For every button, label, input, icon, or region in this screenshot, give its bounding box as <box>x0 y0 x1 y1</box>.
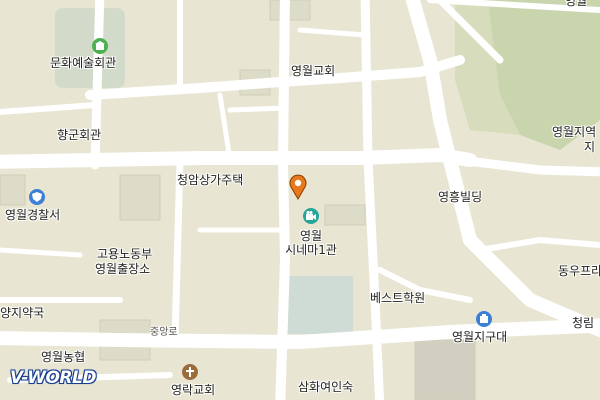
police-icon[interactable] <box>29 189 45 205</box>
label-cinema-2[interactable]: 시네마1관 <box>285 243 337 257</box>
label-district-unit[interactable]: 영월지구대 <box>452 330 507 344</box>
culture-center-block <box>55 8 125 88</box>
label-yangji[interactable]: 양지약국 <box>0 306 44 320</box>
label-samhwa[interactable]: 삼화여인숙 <box>298 380 353 394</box>
label-police[interactable]: 영월경찰서 <box>5 208 60 222</box>
label-employment-2[interactable]: 영월출장소 <box>95 262 150 276</box>
culture-center-icon[interactable] <box>92 38 108 54</box>
label-dongu[interactable]: 동우프라 <box>558 264 600 278</box>
label-hyanggyo[interactable]: 향군회관 <box>57 128 101 142</box>
pond-area <box>283 276 353 334</box>
v-world-logo: V-WORLD <box>10 368 96 388</box>
label-cinema-1[interactable]: 영월 <box>300 229 322 243</box>
label-employment-1[interactable]: 고용노동부 <box>97 247 152 261</box>
church-icon[interactable] <box>182 364 198 380</box>
label-nonghyup[interactable]: 영월농협 <box>41 350 85 364</box>
label-top-right-partial[interactable]: 영월 <box>565 0 587 8</box>
label-yeongwol-station-1[interactable]: 영월지역 <box>552 125 596 139</box>
location-pin-icon[interactable] <box>288 174 308 200</box>
police-box-icon[interactable] <box>476 311 492 327</box>
label-yeongheung[interactable]: 영흥빌딩 <box>438 190 482 204</box>
label-road-jungangro: 중앙로 <box>150 327 178 338</box>
label-cheongam[interactable]: 청암상가주택 <box>177 173 243 187</box>
label-best-academy[interactable]: 베스트학원 <box>370 291 425 305</box>
label-church-top[interactable]: 영월교회 <box>291 64 335 78</box>
label-yeongwol-station-2[interactable]: 지 <box>584 140 595 154</box>
label-cheongnim[interactable]: 청림 <box>572 316 594 330</box>
cinema-icon[interactable] <box>303 208 319 224</box>
label-culture-center[interactable]: 문화예술회관 <box>50 56 116 70</box>
label-yeongnak[interactable]: 영락교회 <box>171 383 215 397</box>
